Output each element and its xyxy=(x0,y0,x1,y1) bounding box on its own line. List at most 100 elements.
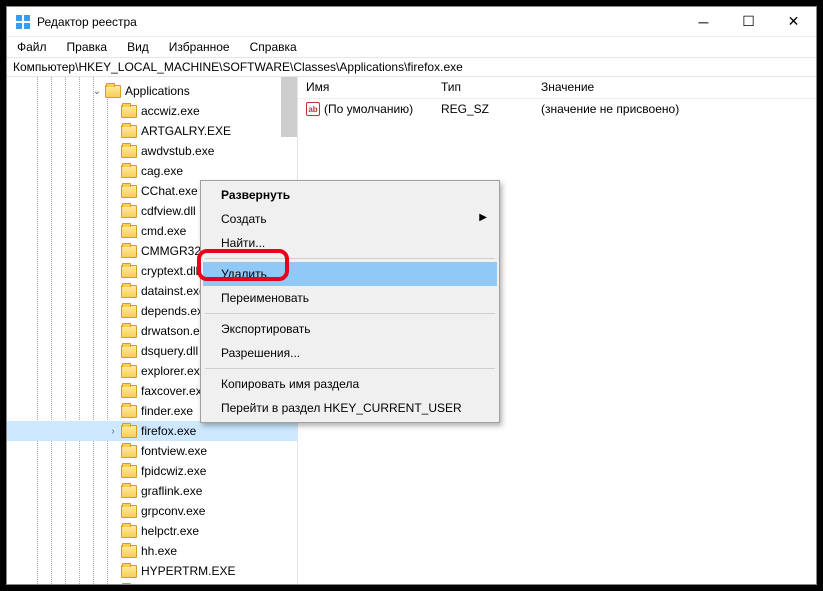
app-icon xyxy=(15,14,31,30)
tree-label: firefox.exe xyxy=(141,424,196,438)
tree-item[interactable]: › firefox.exe xyxy=(7,421,297,441)
tree-parent-applications[interactable]: ⌄ Applications xyxy=(7,81,297,101)
folder-icon xyxy=(121,345,137,358)
tree-item[interactable]: awdvstub.exe xyxy=(7,141,297,161)
folder-icon xyxy=(121,505,137,518)
folder-icon xyxy=(121,285,137,298)
tree-label: ARTGALRY.EXE xyxy=(141,124,231,138)
tree-item[interactable]: helpctr.exe xyxy=(7,521,297,541)
value-type: REG_SZ xyxy=(433,102,533,116)
tree-label: grpconv.exe xyxy=(141,504,205,518)
menu-item[interactable]: Копировать имя раздела xyxy=(203,372,497,396)
tree-item[interactable]: hh.exe xyxy=(7,541,297,561)
titlebar[interactable]: Редактор реестра ─ ☐ ✕ xyxy=(7,7,816,37)
menu-item[interactable]: Перейти в раздел HKEY_CURRENT_USER xyxy=(203,396,497,420)
tree-item[interactable]: accwiz.exe xyxy=(7,101,297,121)
address-bar[interactable]: Компьютер\HKEY_LOCAL_MACHINE\SOFTWARE\Cl… xyxy=(7,57,816,77)
menu-item[interactable]: Экспортировать xyxy=(203,317,497,341)
tree-item[interactable]: cag.exe xyxy=(7,161,297,181)
folder-icon xyxy=(121,125,137,138)
tree-label: CMMGR32 xyxy=(141,244,201,258)
menu-file[interactable]: Файл xyxy=(13,38,51,56)
value-name: (По умолчанию) xyxy=(324,102,413,116)
tree-label: HYPERTRM.EXE xyxy=(141,564,235,578)
tree-label: helpctr.exe xyxy=(141,524,199,538)
folder-icon xyxy=(121,365,137,378)
tree-item[interactable]: HYPERTRM.EXE xyxy=(7,561,297,581)
menu-separator xyxy=(205,258,495,259)
folder-icon xyxy=(121,145,137,158)
tree-label: Applications xyxy=(125,84,190,98)
close-button[interactable]: ✕ xyxy=(771,7,816,36)
menubar: Файл Правка Вид Избранное Справка xyxy=(7,37,816,57)
folder-icon xyxy=(121,265,137,278)
caret-down-icon[interactable]: ⌄ xyxy=(91,86,103,97)
tree-label: awdvstub.exe xyxy=(141,144,214,158)
folder-icon xyxy=(121,245,137,258)
menu-item[interactable]: Развернуть xyxy=(203,183,497,207)
tree-label: cag.exe xyxy=(141,164,183,178)
tree-label: graflink.exe xyxy=(141,484,202,498)
tree-label: hh.exe xyxy=(141,544,177,558)
tree-label: accwiz.exe xyxy=(141,104,200,118)
tree-label: cryptext.dll xyxy=(141,264,198,278)
folder-icon xyxy=(121,545,137,558)
tree-label: dsquery.dll xyxy=(141,344,198,358)
folder-icon xyxy=(121,525,137,538)
folder-icon xyxy=(121,165,137,178)
context-menu: РазвернутьСоздать▶Найти... УдалитьПереиме… xyxy=(200,180,500,423)
col-value[interactable]: Значение xyxy=(533,77,816,98)
list-header[interactable]: Имя Тип Значение xyxy=(298,77,816,99)
tree-label: fpidcwiz.exe xyxy=(141,464,206,478)
maximize-button[interactable]: ☐ xyxy=(726,7,771,36)
folder-icon xyxy=(121,485,137,498)
tree-label: CChat.exe xyxy=(141,184,198,198)
menu-edit[interactable]: Правка xyxy=(63,38,112,56)
folder-icon xyxy=(121,465,137,478)
folder-icon xyxy=(121,565,137,578)
window-title: Редактор реестра xyxy=(37,15,681,29)
minimize-button[interactable]: ─ xyxy=(681,7,726,36)
menu-separator xyxy=(205,313,495,314)
tree-item[interactable]: fpidcwiz.exe xyxy=(7,461,297,481)
folder-icon xyxy=(121,185,137,198)
folder-icon xyxy=(121,225,137,238)
folder-icon xyxy=(121,305,137,318)
tree-label: explorer.exe xyxy=(141,364,206,378)
string-value-icon: ab xyxy=(306,102,320,116)
tree-item[interactable]: ARTGALRY.EXE xyxy=(7,121,297,141)
col-type[interactable]: Тип xyxy=(433,77,533,98)
folder-icon xyxy=(121,205,137,218)
folder-icon xyxy=(121,405,137,418)
folder-icon xyxy=(121,325,137,338)
menu-item[interactable]: Найти... xyxy=(203,231,497,255)
col-name[interactable]: Имя xyxy=(298,77,433,98)
folder-icon xyxy=(121,105,137,118)
submenu-arrow-icon: ▶ xyxy=(479,212,487,223)
tree-label: faxcover.exe xyxy=(141,384,208,398)
value-name-cell: ab (По умолчанию) xyxy=(298,102,433,116)
tree-label: finder.exe xyxy=(141,404,193,418)
menu-item[interactable]: Переименовать xyxy=(203,286,497,310)
folder-icon xyxy=(121,445,137,458)
menu-item[interactable]: Разрешения... xyxy=(203,341,497,365)
value-data: (значение не присвоено) xyxy=(533,102,816,116)
tree-item[interactable]: grpconv.exe xyxy=(7,501,297,521)
folder-icon xyxy=(121,425,137,438)
folder-icon xyxy=(105,85,121,98)
tree-label: fontview.exe xyxy=(141,444,207,458)
menu-help[interactable]: Справка xyxy=(246,38,301,56)
caret-right-icon[interactable]: › xyxy=(107,426,119,437)
tree-item[interactable]: iexplore.exe xyxy=(7,581,297,584)
menu-view[interactable]: Вид xyxy=(123,38,153,56)
menu-favorites[interactable]: Избранное xyxy=(165,38,234,56)
folder-icon xyxy=(121,385,137,398)
menu-item[interactable]: Удалить xyxy=(203,262,497,286)
menu-item[interactable]: Создать▶ xyxy=(203,207,497,231)
tree-label: datainst.exe xyxy=(141,284,206,298)
list-row[interactable]: ab (По умолчанию) REG_SZ (значение не пр… xyxy=(298,99,816,119)
tree-label: cmd.exe xyxy=(141,224,186,238)
menu-separator xyxy=(205,368,495,369)
tree-item[interactable]: graflink.exe xyxy=(7,481,297,501)
tree-item[interactable]: fontview.exe xyxy=(7,441,297,461)
